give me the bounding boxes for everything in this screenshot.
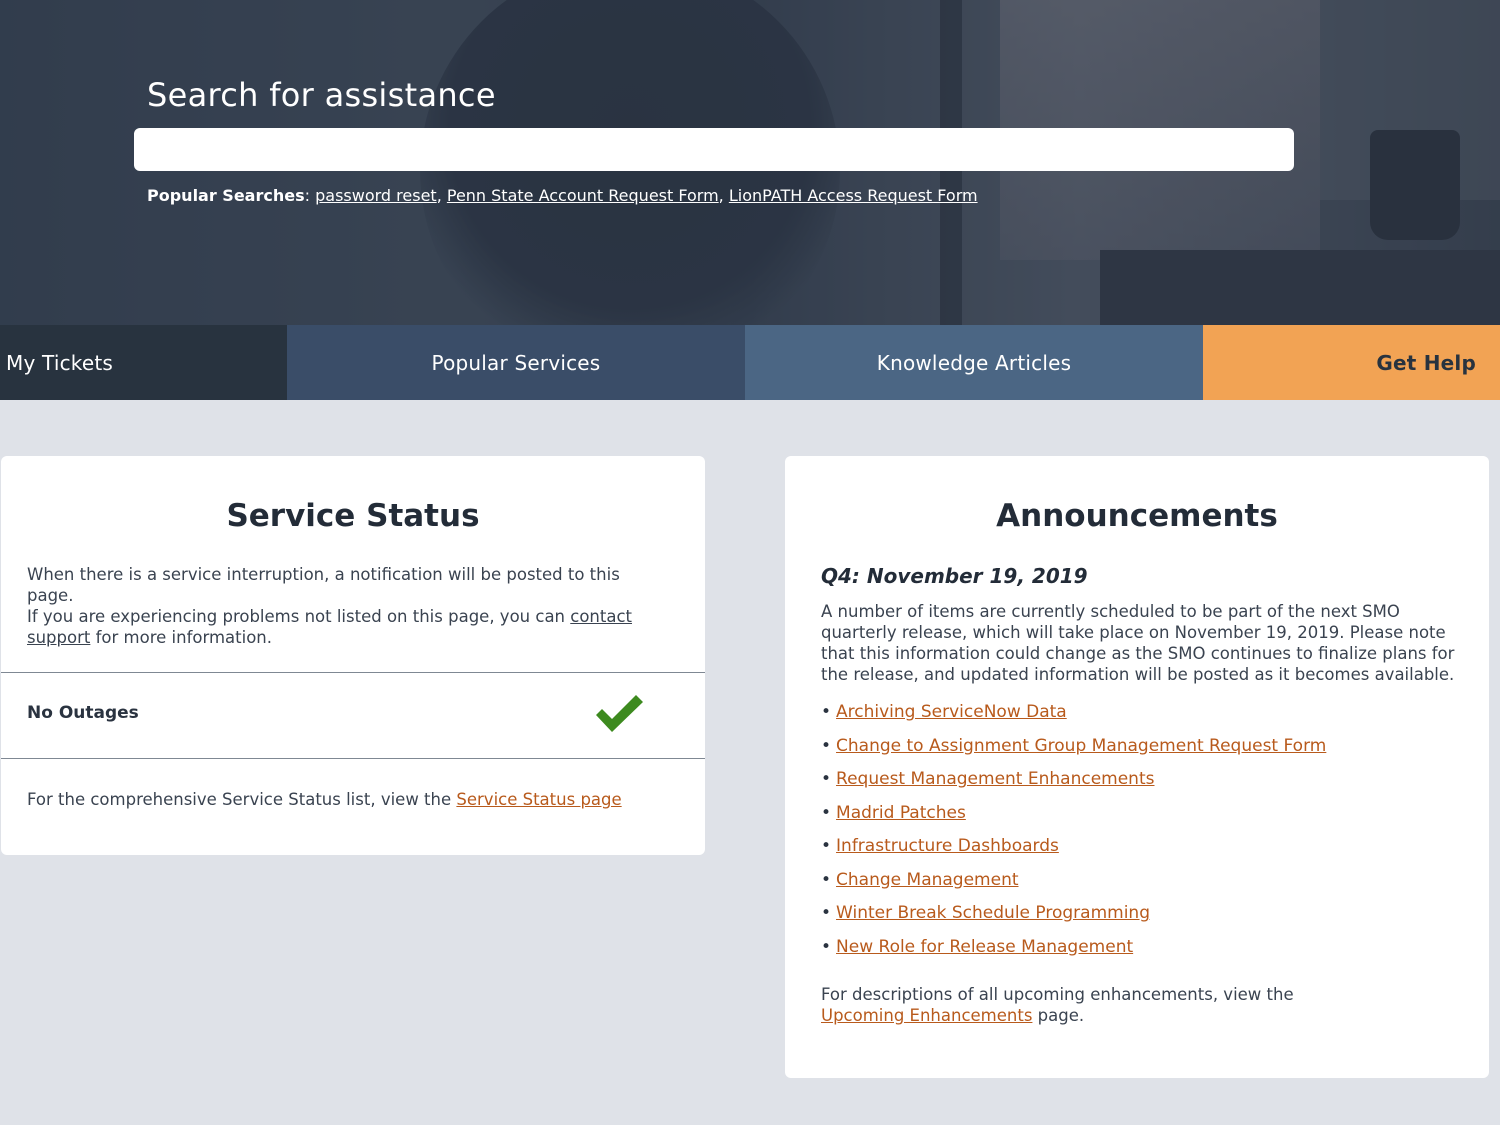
announcements-footer-text: For descriptions of all upcoming enhance… — [821, 985, 1294, 1004]
list-item: • Winter Break Schedule Programming — [821, 903, 1150, 923]
list-item: • Madrid Patches — [821, 802, 966, 823]
list-item: • Request Management Enhancements — [821, 769, 1155, 789]
main-nav-tabs: My Tickets Popular Services Knowledge Ar… — [0, 325, 1500, 400]
service-status-title: Service Status — [226, 498, 480, 534]
announcement-link[interactable]: Madrid Patches — [836, 803, 966, 823]
tab-get-help[interactable]: Get Help — [1203, 325, 1500, 400]
announcements-footer-text: page. — [1032, 1006, 1085, 1025]
announcements-title: Announcements — [996, 498, 1278, 534]
checkmark-icon — [596, 695, 643, 732]
status-desc-line: If you are experiencing problems not lis… — [27, 607, 571, 626]
announcement-list: • Archiving ServiceNow Data • Change to As… — [821, 702, 1326, 970]
list-item: • Archiving ServiceNow Data — [821, 702, 1067, 722]
announcement-link[interactable]: Change Management — [836, 870, 1018, 890]
popular-search-link[interactable]: LionPATH Access Request Form — [729, 186, 978, 205]
upcoming-enhancements-link[interactable]: Upcoming Enhancements — [821, 1006, 1032, 1025]
status-desc-line: When there is a service interruption, a … — [27, 565, 620, 605]
list-item: • New Role for Release Management — [821, 936, 1134, 957]
announcement-link[interactable]: Winter Break Schedule Programming — [836, 903, 1150, 923]
popular-searches-label: Popular Searches — [147, 186, 305, 205]
status-footer-text: For the comprehensive Service Status lis… — [27, 790, 457, 809]
list-item: • Change Management — [821, 869, 1019, 890]
hero-banner: Search for assistance Popular Searches: … — [0, 0, 1500, 325]
popular-search-link[interactable]: Penn State Account Request Form — [447, 186, 719, 205]
tab-knowledge-articles[interactable]: Knowledge Articles — [745, 325, 1203, 400]
announcement-link[interactable]: Request Management Enhancements — [836, 769, 1154, 789]
announcement-date-heading: Q4: November 19, 2019 — [821, 564, 1088, 588]
announcement-link[interactable]: Infrastructure Dashboards — [836, 836, 1059, 856]
divider — [1, 758, 705, 759]
popular-searches: Popular Searches: password reset, Penn S… — [147, 186, 978, 205]
status-desc-line: for more information. — [90, 628, 272, 647]
announcement-body: A number of items are currently schedule… — [821, 602, 1455, 684]
tab-my-tickets[interactable]: My Tickets — [0, 325, 287, 400]
announcements-footer: For descriptions of all upcoming enhance… — [821, 984, 1421, 1026]
service-status-footer: For the comprehensive Service Status lis… — [27, 790, 622, 809]
announcement-link[interactable]: New Role for Release Management — [836, 937, 1133, 957]
list-item: • Infrastructure Dashboards — [821, 836, 1059, 856]
outage-status-label: No Outages — [27, 703, 139, 723]
search-input[interactable] — [134, 128, 1294, 171]
popular-search-link[interactable]: password reset — [315, 186, 437, 205]
list-item: • Change to Assignment Group Management R… — [821, 735, 1327, 756]
outage-status-row: No Outages — [1, 673, 705, 758]
announcement-link[interactable]: Archiving ServiceNow Data — [836, 702, 1067, 722]
announcement-link[interactable]: Change to Assignment Group Management Re… — [836, 736, 1326, 756]
service-status-card: Service Status When there is a service i… — [1, 456, 705, 855]
service-status-page-link[interactable]: Service Status page — [456, 790, 621, 809]
announcements-card: Announcements Q4: November 19, 2019 A nu… — [785, 456, 1489, 1078]
hero-title: Search for assistance — [147, 76, 496, 114]
service-status-description: When there is a service interruption, a … — [27, 564, 667, 648]
tab-popular-services[interactable]: Popular Services — [287, 325, 745, 400]
